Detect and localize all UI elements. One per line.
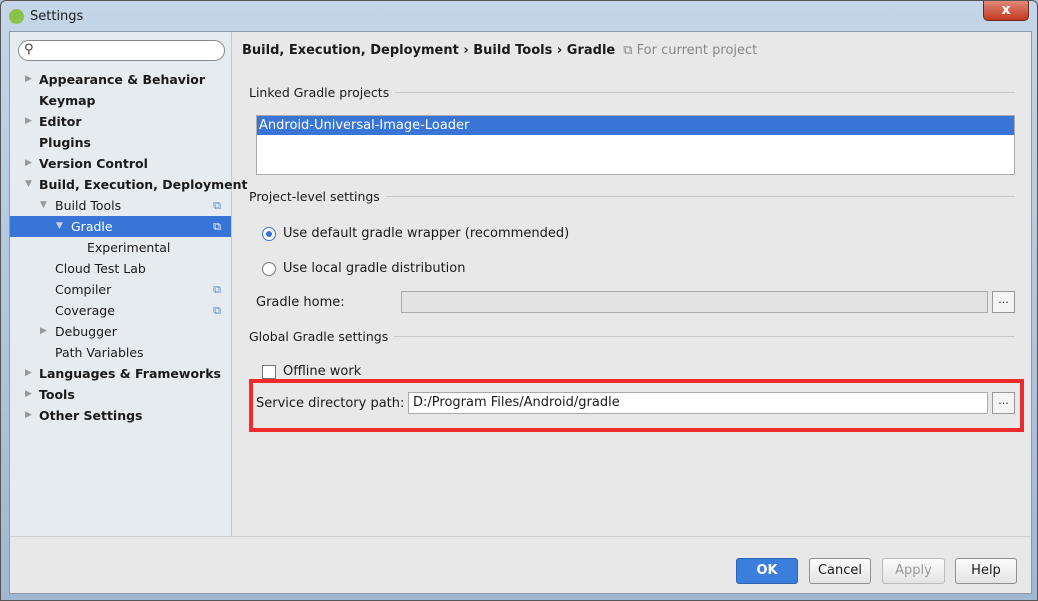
gradle-settings-panel: Build, Execution, Deployment › Build Too… xyxy=(233,32,1031,536)
settings-window: Settings x ⚲ ▶ Appearance & Behavior Keym… xyxy=(0,0,1038,601)
ok-button[interactable]: OK xyxy=(736,558,798,584)
settings-sidebar: ⚲ ▶ Appearance & Behavior Keymap ▶ Editor … xyxy=(10,32,247,536)
project-level-section-title: Project-level settings xyxy=(249,189,1015,204)
list-item[interactable]: Android-Universal-Image-Loader xyxy=(257,116,1014,135)
cancel-button[interactable]: Cancel xyxy=(809,558,871,584)
service-directory-field[interactable]: D:/Program Files/Android/gradle xyxy=(408,392,988,414)
global-settings-section-title: Global Gradle settings xyxy=(249,329,1015,344)
dialog-button-bar: OK Cancel Apply Help xyxy=(10,536,1031,594)
search-icon: ⚲ xyxy=(24,42,34,57)
help-button[interactable]: Help xyxy=(955,558,1017,584)
gradle-home-label: Gradle home: xyxy=(256,295,345,310)
sidebar-item-experimental[interactable]: Experimental xyxy=(10,237,231,258)
sidebar-item-plugins[interactable]: Plugins xyxy=(10,132,231,153)
offline-work-checkbox[interactable]: Offline work xyxy=(262,364,361,379)
gradle-home-field[interactable] xyxy=(401,291,988,313)
linked-projects-section-title: Linked Gradle projects xyxy=(249,85,1015,100)
local-distribution-radio[interactable]: Use local gradle distribution xyxy=(262,261,465,276)
project-scope-icon: ⧉ xyxy=(213,283,221,296)
search-input[interactable]: ⚲ xyxy=(18,40,225,61)
sidebar-item-editor[interactable]: ▶ Editor xyxy=(10,111,231,132)
breadcrumb: Build, Execution, Deployment › Build Too… xyxy=(242,43,758,58)
sidebar-item-debugger[interactable]: ▶ Debugger xyxy=(10,321,231,342)
title-bar: Settings xyxy=(9,6,83,26)
android-studio-logo-icon xyxy=(9,8,24,24)
sidebar-item-path-variables[interactable]: Path Variables xyxy=(10,342,231,363)
sidebar-item-build-execution-deployment[interactable]: ▼ Build, Execution, Deployment xyxy=(10,174,247,195)
project-scope-icon: ⧉ xyxy=(213,199,221,212)
sidebar-item-other-settings[interactable]: ▶ Other Settings xyxy=(10,405,231,426)
sidebar-item-version-control[interactable]: ▶ Version Control xyxy=(10,153,231,174)
window-title: Settings xyxy=(30,8,84,24)
linked-projects-list[interactable]: Android-Universal-Image-Loader xyxy=(256,115,1015,175)
apply-button[interactable]: Apply xyxy=(882,558,945,584)
project-scope-icon: ⧉ xyxy=(213,220,221,233)
project-scope-icon: ⧉ xyxy=(623,43,633,58)
sidebar-item-build-tools[interactable]: ▼ Build Tools ⧉ xyxy=(10,195,231,216)
sidebar-item-tools[interactable]: ▶ Tools xyxy=(10,384,231,405)
gradle-home-browse-button[interactable]: ... xyxy=(992,291,1015,313)
sidebar-item-cloud-test-lab[interactable]: Cloud Test Lab xyxy=(10,258,231,279)
sidebar-item-coverage[interactable]: Coverage ⧉ xyxy=(10,300,231,321)
sidebar-item-gradle[interactable]: ▼ Gradle ⧉ xyxy=(10,216,231,237)
sidebar-item-keymap[interactable]: Keymap xyxy=(10,90,231,111)
service-directory-label: Service directory path: xyxy=(256,396,405,411)
sidebar-item-appearance[interactable]: ▶ Appearance & Behavior xyxy=(10,69,231,90)
sidebar-item-languages-frameworks[interactable]: ▶ Languages & Frameworks xyxy=(10,363,231,384)
default-wrapper-radio[interactable]: Use default gradle wrapper (recommended) xyxy=(262,226,569,241)
service-directory-browse-button[interactable]: ... xyxy=(992,392,1015,414)
close-button[interactable]: x xyxy=(983,1,1029,21)
project-scope-icon: ⧉ xyxy=(213,304,221,317)
sidebar-item-compiler[interactable]: Compiler ⧉ xyxy=(10,279,231,300)
